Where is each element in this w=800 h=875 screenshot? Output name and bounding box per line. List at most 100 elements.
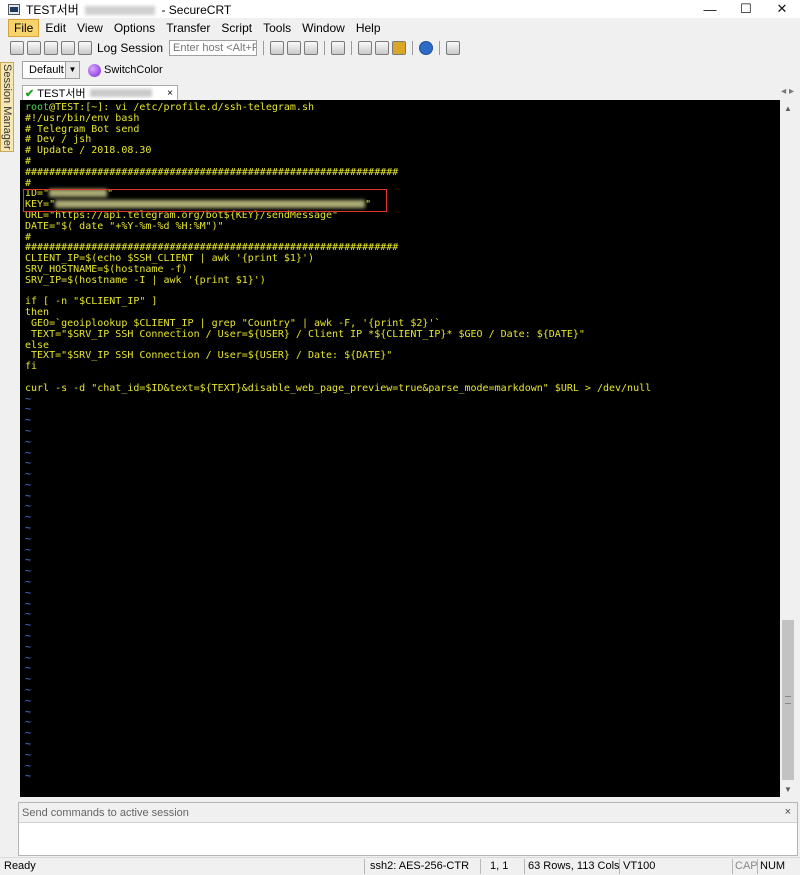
quick-connect-icon[interactable]	[27, 41, 41, 55]
disconnect-icon[interactable]	[78, 41, 92, 55]
status-bar: Ready ssh2: AES-256-CTR 1, 1 63 Rows, 11…	[0, 857, 800, 875]
empty-line-tilde: ~	[25, 641, 32, 653]
chevron-down-icon[interactable]: ▼	[65, 62, 79, 78]
terminal-screen[interactable]: root@TEST:[~]: vi /etc/profile.d/ssh-tel…	[20, 100, 780, 797]
menu-bar: File Edit View Options Transfer Script T…	[0, 18, 800, 38]
copy-icon[interactable]	[270, 41, 285, 55]
tab-close-icon[interactable]: ×	[167, 88, 173, 99]
terminal-line: if [ -n "$CLIENT_IP" ]	[25, 296, 651, 308]
session-manager-label: Session Manager	[1, 64, 13, 150]
session-tab-bar: ✔ TEST서버 × ◂ ▸	[20, 84, 800, 100]
enter-host-input[interactable]	[169, 40, 258, 56]
empty-line-tilde: ~	[25, 404, 32, 416]
status-divider	[619, 859, 620, 874]
terminal-text-segment: fi	[25, 361, 38, 373]
command-window-close-icon[interactable]: ×	[785, 806, 791, 818]
empty-line-tilde: ~	[25, 566, 32, 578]
title-session-name: TEST서버	[26, 2, 79, 17]
connect-icon[interactable]	[10, 41, 24, 55]
log-session-button[interactable]: Log Session	[97, 41, 163, 55]
empty-line-tilde: ~	[25, 620, 32, 632]
terminal-line: #	[25, 178, 651, 190]
toolbar-separator	[412, 41, 414, 55]
empty-line-tilde: ~	[25, 728, 32, 740]
terminal-text-segment: # Dev / jsh	[25, 134, 92, 146]
empty-line-tilde: ~	[25, 695, 32, 707]
menu-view[interactable]: View	[72, 20, 108, 36]
maximize-button[interactable]: ☐	[728, 0, 764, 18]
connect-in-tab-icon[interactable]	[44, 41, 58, 55]
empty-line-tilde: ~	[25, 598, 32, 610]
terminal-text-segment: #	[25, 231, 32, 243]
title-app-name: - SecureCRT	[161, 2, 232, 17]
empty-line-tilde: ~	[25, 717, 32, 729]
empty-line-tilde: ~	[25, 631, 32, 643]
empty-line-tilde: ~	[25, 577, 32, 589]
switch-color-label: SwitchColor	[104, 64, 163, 76]
session-tab[interactable]: ✔ TEST서버 ×	[22, 85, 178, 100]
keymap-icon[interactable]	[392, 41, 407, 55]
print-icon[interactable]	[331, 41, 346, 55]
close-button[interactable]: ✕	[764, 0, 800, 18]
status-divider	[524, 859, 525, 874]
sftp-icon[interactable]	[446, 41, 461, 55]
command-window-title: Send commands to active session	[19, 803, 797, 823]
tab-scroll-icon[interactable]: ◂ ▸	[781, 86, 794, 97]
menu-edit[interactable]: Edit	[40, 20, 71, 36]
button-bar-select[interactable]: Default ▼	[22, 61, 80, 79]
terminal-text-segment: # Update / 2018.08.30	[25, 145, 152, 157]
scroll-down-arrow-icon[interactable]: ▼	[780, 781, 796, 797]
terminal-text-segment: root	[25, 102, 50, 113]
empty-line-tilde: ~	[25, 458, 32, 470]
menu-transfer[interactable]: Transfer	[161, 20, 215, 36]
minimize-button[interactable]: —	[692, 0, 728, 18]
scroll-up-arrow-icon[interactable]: ▲	[780, 100, 796, 116]
empty-line-tilde: ~	[25, 663, 32, 675]
highlight-box	[23, 189, 387, 212]
global-options-icon[interactable]	[375, 41, 390, 55]
terminal-line: TEXT="$SRV_IP SSH Connection / User=${US…	[25, 350, 651, 362]
empty-line-tilde: ~	[25, 685, 32, 697]
terminal-scrollbar[interactable]: ▲ ▼	[780, 100, 796, 797]
session-manager-tab[interactable]: Session Manager	[0, 62, 14, 152]
terminal-line: TEXT="$SRV_IP SSH Connection / User=${US…	[25, 329, 651, 341]
toolbar-separator	[324, 41, 326, 55]
status-divider	[732, 859, 733, 874]
status-divider	[480, 859, 481, 874]
session-options-icon[interactable]	[358, 41, 373, 55]
command-window[interactable]: Send commands to active session ×	[18, 802, 798, 856]
terminal-text-segment: GEO=`geoiplookup $CLIENT_IP | grep "Coun…	[25, 317, 441, 329]
find-icon[interactable]	[304, 41, 319, 55]
connected-check-icon: ✔	[25, 87, 35, 100]
empty-line-tilde: ~	[25, 674, 32, 686]
menu-script[interactable]: Script	[216, 20, 257, 36]
status-terminal-size: 63 Rows, 113 Cols	[528, 860, 620, 872]
scroll-thumb[interactable]	[782, 620, 794, 780]
terminal-line: # Telegram Bot send	[25, 124, 651, 136]
menu-file[interactable]: File	[8, 19, 40, 37]
paste-icon[interactable]	[287, 41, 302, 55]
menu-help[interactable]: Help	[351, 20, 386, 36]
terminal-text-segment: CLIENT_IP=$(echo $SSH_CLIENT | awk '{pri…	[25, 253, 314, 265]
status-divider	[757, 859, 758, 874]
empty-line-tilde: ~	[25, 771, 32, 783]
help-icon[interactable]	[419, 41, 434, 55]
reconnect-icon[interactable]	[61, 41, 75, 55]
terminal-text-segment: SRV_IP=$(hostname -I | awk '{print $1}')	[25, 274, 266, 286]
menu-tools[interactable]: Tools	[258, 20, 296, 36]
terminal-text-segment: ########################################…	[25, 242, 399, 254]
status-num-lock: NUM	[760, 860, 786, 872]
terminal-text-segment: #	[25, 155, 32, 167]
empty-line-tilde: ~	[25, 469, 32, 481]
empty-line-tilde: ~	[25, 523, 32, 535]
switch-color-button[interactable]: SwitchColor	[88, 63, 163, 77]
empty-line-tilde: ~	[25, 490, 32, 502]
menu-options[interactable]: Options	[109, 20, 160, 36]
status-divider	[364, 859, 365, 874]
toolbar: Log Session	[0, 38, 800, 58]
menu-window[interactable]: Window	[297, 20, 350, 36]
terminal-line: ########################################…	[25, 167, 651, 179]
terminal-text-segment: #!/usr/bin/env bash	[25, 112, 140, 124]
window-title: TEST서버 - SecureCRT	[26, 1, 231, 18]
terminal-text-segment: DATE="$( date "+%Y-%m-%d %H:%M")"	[25, 220, 224, 232]
